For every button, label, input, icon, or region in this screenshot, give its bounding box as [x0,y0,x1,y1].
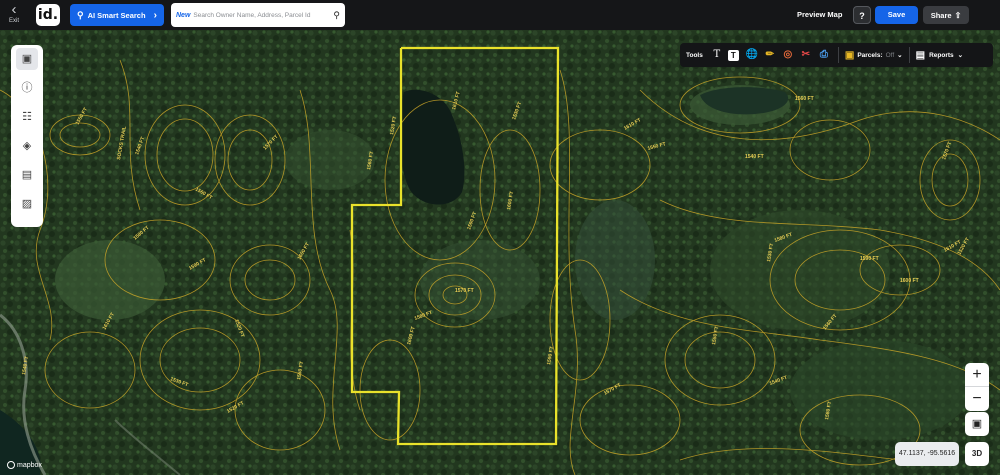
parcel-icon: ▣ [844,49,855,61]
preview-map-button[interactable]: Preview Map [797,10,842,19]
buildings-icon: ▤ [21,169,33,181]
map-button[interactable]: ☷ [16,106,38,128]
share-icon: ⇧ [954,10,962,20]
contour-label: 1540 FT [745,154,764,160]
textbox-icon[interactable]: T [727,49,739,61]
image-button[interactable]: ▨ [16,193,38,215]
exit-label: Exit [8,18,19,24]
contour-label: 1560 FT [795,96,814,102]
search-icon: ⚲ [77,9,84,20]
ruler-icon[interactable]: ✏ [762,47,778,63]
buildings-button[interactable]: ▤ [16,164,38,186]
layers-icon: ◈ [22,140,32,152]
zoom-in-button[interactable]: + [965,363,989,387]
scissors-icon[interactable]: ✂ [798,47,814,63]
contour-label: 1570 FT [455,288,474,294]
image-icon: ▨ [21,198,33,210]
top-bar: ‹ Exit id. ⚲ AI Smart Search › New ⚲ Pre… [0,0,1000,30]
target-icon[interactable]: ◎ [780,47,796,63]
layers-button[interactable]: ◈ [16,135,38,157]
tools-label: Tools [686,51,703,59]
mapbox-logo-icon [7,461,15,469]
help-button[interactable]: ? [853,6,871,24]
chevron-down-icon: ⌄ [957,52,964,59]
ai-smart-search-label: AI Smart Search [87,10,146,20]
parcels-label: Parcels: [857,51,883,59]
zoom-controls: + − [965,363,989,411]
logo: id. [36,4,60,26]
new-badge: New [176,11,191,19]
attribution-text: mapbox [17,461,42,469]
chevron-left-icon: ‹ [11,1,17,18]
fit-bounds-button[interactable]: ▣ [965,412,989,436]
exit-button[interactable]: ‹ Exit [3,1,25,27]
text-icon[interactable]: T [709,47,725,63]
parcels-toggle[interactable]: ▣ Parcels: Off ⌄ [845,50,903,61]
print-icon[interactable]: ⎙ [816,47,832,63]
share-label: Share [930,10,952,20]
zoom-out-button[interactable]: − [965,387,989,411]
info-icon: ⓘ [21,82,33,94]
globe-icon[interactable]: 🌐 [744,47,760,63]
left-toolbar: ▣ ⓘ ☷ ◈ ▤ ▨ [11,45,43,227]
panel-toggle-button[interactable]: ▣ [16,48,38,70]
coordinate-readout: 47.1137, -95.5616 [895,442,959,466]
focus-icon: ▣ [971,418,983,430]
magnifier-icon[interactable]: ⚲ [333,10,340,21]
reports-dropdown[interactable]: ▤ Reports ⌄ [916,50,963,61]
reports-label: Reports [929,51,954,59]
divider [908,47,910,63]
share-button[interactable]: Share ⇧ [923,6,969,24]
divider [837,47,839,63]
map-canvas[interactable]: 1550 FT 1540 FT 1560 FT 1570 FT 1580 FT … [0,30,1000,475]
satellite-map: 1550 FT 1540 FT 1560 FT 1570 FT 1580 FT … [0,30,1000,475]
save-button[interactable]: Save [875,6,918,24]
map-icon: ☷ [22,111,32,123]
chevron-right-icon: › [153,9,157,21]
search-input[interactable] [193,11,326,19]
search-box: New ⚲ [171,3,345,27]
panel-icon: ▣ [21,53,33,65]
chevron-down-icon: ⌄ [897,52,903,59]
tools-bar: Tools T T 🌐 ✏ ◎ ✂ ⎙ ▣ Parcels: Off ⌄ ▤ R… [680,43,993,67]
mapbox-attribution: mapbox [7,461,42,469]
3d-toggle-button[interactable]: 3D [965,442,989,466]
parcels-state: Off [885,51,895,59]
ai-smart-search-button[interactable]: ⚲ AI Smart Search › [70,4,164,26]
document-icon: ▤ [915,49,926,61]
contour-label: 1600 FT [900,278,919,284]
contour-label: 1590 FT [860,256,879,262]
info-button[interactable]: ⓘ [16,77,38,99]
